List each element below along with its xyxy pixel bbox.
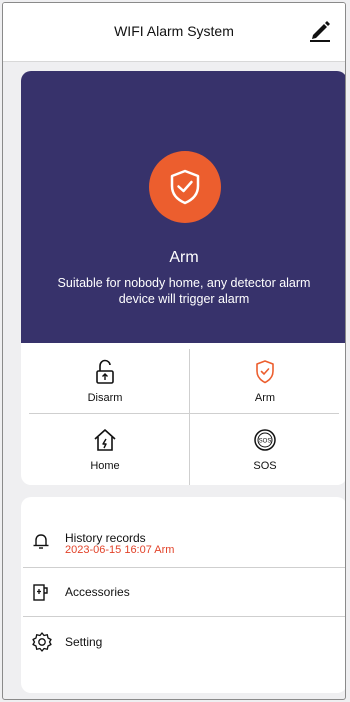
mode-button-sos[interactable]: SOS SOS [191, 415, 339, 481]
menu-card: History records 2023-06-15 16:07 Arm Acc… [21, 497, 345, 693]
current-mode-description: Suitable for nobody home, any detector a… [57, 276, 311, 306]
home-shield-icon [94, 429, 116, 451]
top-bar: WIFI Alarm System [3, 3, 345, 62]
page-title: WIFI Alarm System [114, 23, 234, 39]
mode-label-arm: Arm [254, 392, 276, 404]
current-mode-label: Arm [169, 249, 199, 266]
current-mode-card: Arm Suitable for nobody home, any detect… [21, 71, 345, 343]
mode-label-sos: SOS [253, 460, 277, 472]
menu-item-setting[interactable]: Setting [21, 617, 345, 667]
menu-item-history[interactable]: History records 2023-06-15 16:07 Arm [21, 517, 345, 567]
accessories-label: Accessories [65, 585, 130, 599]
bell-icon [33, 534, 49, 549]
app-frame: WIFI Alarm System Arm Suitable for nobod… [2, 2, 346, 700]
accessories-icon [33, 584, 48, 601]
setting-label: Setting [65, 635, 103, 649]
grid-divider-vertical [189, 349, 190, 485]
current-mode-badge [149, 151, 221, 223]
history-label: History records [65, 531, 146, 545]
mode-label-home: Home [90, 460, 120, 472]
shield-check-icon [170, 169, 200, 205]
mode-button-arm[interactable]: Arm [191, 347, 339, 413]
unlock-icon [96, 359, 114, 384]
menu-item-accessories[interactable]: Accessories [21, 568, 345, 616]
grid-divider-horizontal [29, 413, 339, 414]
gear-icon [32, 632, 52, 652]
sos-icon: SOS [254, 429, 276, 451]
mode-button-disarm[interactable]: Disarm [31, 347, 179, 413]
mode-selector: Disarm Arm Home SOS SOS [21, 343, 345, 485]
shield-check-icon [256, 360, 274, 384]
mode-button-home[interactable]: Home [31, 415, 179, 481]
history-last-event: 2023-06-15 16:07 Arm [65, 544, 175, 556]
svg-text:SOS: SOS [259, 439, 272, 445]
mode-label-disarm: Disarm [87, 392, 123, 404]
pencil-icon[interactable] [307, 17, 333, 43]
